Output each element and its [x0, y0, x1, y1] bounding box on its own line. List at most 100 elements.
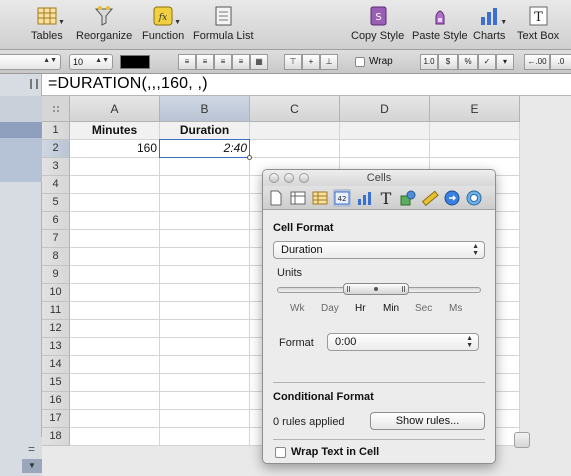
wrap-text-label: Wrap Text in Cell [291, 446, 380, 458]
charts-button[interactable]: ▼ Charts [473, 4, 507, 42]
expand-down-icon[interactable]: ▼ [22, 459, 42, 473]
valign-bottom-button[interactable]: ⊥ [320, 54, 338, 70]
cell-a2[interactable]: 160 [70, 139, 159, 157]
align-center-button[interactable]: ≡ [196, 54, 214, 70]
row-header[interactable]: 13 [42, 338, 70, 356]
wrap-label: Wrap [369, 56, 393, 67]
document-icon[interactable] [267, 189, 285, 207]
format-select[interactable]: 0:00 ▲ ▼ [327, 333, 479, 351]
row-header[interactable]: 4 [42, 176, 70, 194]
formula-bar[interactable]: =DURATION(,,,160, ,) [42, 74, 571, 96]
paste-style-button[interactable]: Paste Style [412, 4, 468, 42]
text-box-button[interactable]: T Text Box [517, 4, 559, 42]
cell-format-value: Duration [281, 244, 323, 256]
column-header-c[interactable]: C [250, 96, 340, 122]
column-header-a[interactable]: A [70, 96, 160, 122]
row-header[interactable]: 15 [42, 374, 70, 392]
formula-list-button[interactable]: Formula List [193, 4, 254, 42]
units-range-slider[interactable] [343, 283, 409, 295]
cells-inspector: Cells 42 T Cell Format Duration ▲ ▼ Unit… [262, 169, 496, 464]
font-family-select[interactable]: ▲▼ [0, 54, 61, 70]
show-rules-button[interactable]: Show rules... [370, 412, 485, 430]
gridline [159, 122, 160, 446]
function-button[interactable]: fx ▼ Function [142, 4, 184, 42]
wrap-text-checkbox[interactable] [275, 447, 286, 458]
format-label: Format [279, 337, 314, 349]
copy-style-button[interactable]: S Copy Style [351, 4, 404, 42]
table-corner-handle[interactable] [42, 96, 70, 122]
table-icon[interactable] [311, 189, 329, 207]
align-justify-button[interactable]: ≡ [232, 54, 250, 70]
row-header[interactable]: 9 [42, 266, 70, 284]
align-left-button[interactable]: ≡ [178, 54, 196, 70]
unit-milliseconds: Ms [449, 303, 463, 314]
quicktime-icon[interactable] [465, 189, 483, 207]
increase-decimals-button[interactable]: .0 [550, 54, 571, 70]
column-header-e[interactable]: E [430, 96, 520, 122]
cell-b1[interactable]: Duration [160, 121, 249, 139]
formula-list-label: Formula List [193, 30, 254, 42]
minimize-window-button[interactable] [284, 173, 294, 183]
cell-fill-handle[interactable] [247, 155, 252, 160]
font-size-select[interactable]: 10 ▲▼ [69, 54, 113, 70]
cell-selection-outline [159, 139, 250, 158]
range-right-grip-icon[interactable] [402, 286, 405, 292]
row-header[interactable]: 1 [42, 122, 70, 140]
valign-middle-button[interactable]: + [302, 54, 320, 70]
row-header[interactable]: 6 [42, 212, 70, 230]
currency-format-button[interactable]: $ [438, 54, 458, 70]
formula-list-icon [210, 4, 236, 28]
row-header[interactable]: 3 [42, 158, 70, 176]
svg-text:S: S [375, 12, 381, 23]
checkbox-format-button[interactable]: ✓ [478, 54, 496, 70]
chart-icon[interactable] [355, 189, 373, 207]
more-formats-button[interactable]: ▾ [496, 54, 514, 70]
row-header[interactable]: 17 [42, 410, 70, 428]
row-header[interactable]: 12 [42, 320, 70, 338]
text-box-icon: T [525, 4, 551, 28]
link-icon[interactable] [443, 189, 461, 207]
row-header[interactable]: 16 [42, 392, 70, 410]
column-header-d[interactable]: D [340, 96, 430, 122]
pane-splitter-icon[interactable]: = [28, 442, 35, 456]
align-auto-button[interactable]: ▦ [250, 54, 268, 70]
row-header[interactable]: 2 [42, 140, 70, 158]
row-header[interactable]: 18 [42, 428, 70, 446]
cells-icon[interactable]: 42 [333, 189, 351, 207]
cell-a1[interactable]: Minutes [70, 121, 159, 139]
table-resize-handle[interactable] [514, 432, 530, 448]
reorganize-button[interactable]: Reorganize [76, 4, 132, 42]
column-header-b[interactable]: B [160, 96, 250, 122]
ruler-icon[interactable] [421, 189, 439, 207]
layout-icon[interactable] [289, 189, 307, 207]
row-header[interactable]: 11 [42, 302, 70, 320]
pane-resize-handle[interactable] [30, 79, 38, 89]
cell-format-heading: Cell Format [273, 222, 334, 234]
zoom-window-button[interactable] [299, 173, 309, 183]
sheet-item-selected[interactable] [0, 122, 42, 138]
row-header[interactable]: 10 [42, 284, 70, 302]
table-item[interactable] [0, 138, 42, 182]
row-header[interactable]: 7 [42, 230, 70, 248]
text-icon[interactable]: T [377, 189, 395, 208]
section-divider [273, 382, 485, 383]
row-header[interactable]: 14 [42, 356, 70, 374]
shapes-icon[interactable] [399, 189, 417, 207]
decrease-decimals-button[interactable]: ←.00 [524, 54, 550, 70]
cell-format-select[interactable]: Duration ▲ ▼ [273, 241, 485, 259]
svg-text:T: T [534, 10, 543, 25]
wrap-checkbox[interactable] [355, 57, 365, 67]
font-size-value: 10 [73, 57, 84, 67]
range-left-grip-icon[interactable] [347, 286, 350, 292]
chevron-updown-icon: ▲ ▼ [472, 243, 479, 257]
number-format-button[interactable]: 1.0 [420, 54, 438, 70]
tables-button[interactable]: ▼ Tables [31, 4, 65, 42]
row-header[interactable]: 5 [42, 194, 70, 212]
row-header[interactable]: 8 [42, 248, 70, 266]
align-right-button[interactable]: ≡ [214, 54, 232, 70]
text-color-well[interactable] [120, 55, 150, 69]
close-window-button[interactable] [269, 173, 279, 183]
units-label: Units [277, 267, 303, 279]
valign-top-button[interactable]: ⊤ [284, 54, 302, 70]
percent-format-button[interactable]: % [458, 54, 478, 70]
